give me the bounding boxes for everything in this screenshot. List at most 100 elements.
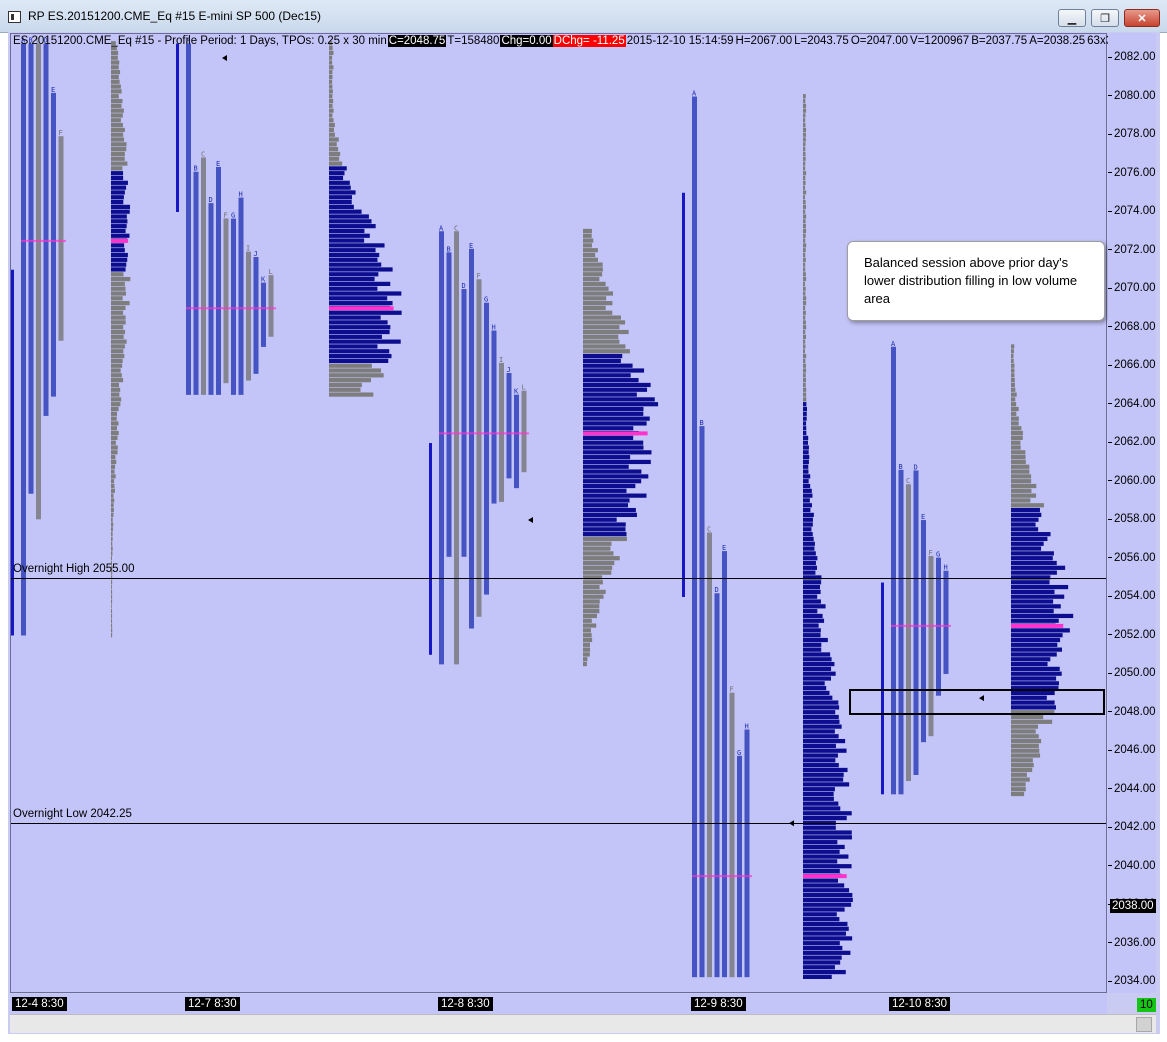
volume-bar (583, 267, 603, 272)
volume-bar (111, 551, 113, 556)
tpo-letter-h: H (239, 191, 243, 199)
volume-bar (111, 74, 119, 80)
volume-bar (111, 228, 126, 234)
volume-bar (803, 671, 836, 676)
volume-bar (583, 512, 637, 517)
tpo-column-e (469, 248, 474, 629)
scroll-right-button[interactable] (1136, 1017, 1152, 1032)
tick-count: T=158480 (447, 35, 500, 47)
volume-bar (329, 349, 390, 354)
volume-bar (111, 402, 121, 407)
volume-bar (803, 228, 807, 234)
high-value: H=2067.00 (735, 35, 793, 47)
range-bar-12-9 (682, 192, 685, 597)
volume-bar (329, 113, 333, 118)
tpo-column-h (744, 729, 750, 978)
annotation-callout[interactable]: Balanced session above prior day's lower… (847, 241, 1105, 321)
tpo-column-a (439, 231, 444, 665)
volume-bar (329, 378, 371, 383)
volume-bar (329, 171, 345, 176)
volume-bar (583, 416, 650, 421)
volume-bar (803, 387, 807, 392)
volume-bar (583, 373, 631, 378)
volume-bar (111, 633, 113, 638)
volume-bar (803, 748, 847, 753)
poc-line-12-8 (583, 431, 648, 436)
volume-bar (111, 122, 123, 128)
volume-bar (803, 758, 836, 763)
volume-bar (329, 132, 335, 137)
volume-bar (803, 455, 810, 460)
tpo-letter-l: L (522, 384, 526, 392)
window-titlebar: RP ES.20151200.CME_Eq #15 E-mini SP 500 … (0, 0, 1167, 33)
tpo-column-d (461, 289, 467, 557)
volume-bar (111, 368, 121, 373)
volume-bar (803, 243, 807, 248)
volume-bar (1011, 440, 1021, 445)
volume-bar (111, 536, 113, 542)
maximize-button[interactable]: ❐ (1091, 9, 1119, 27)
volume-bar (803, 849, 840, 854)
open-value: O=2047.00 (850, 35, 909, 47)
volume-bar (583, 503, 628, 508)
tpo-poc-line-12-4 (21, 239, 66, 242)
volume-bar (111, 604, 112, 609)
volume-bar (111, 493, 114, 498)
volume-bar (583, 556, 620, 561)
volume-bar (583, 291, 613, 296)
volume-bar (1011, 589, 1055, 594)
volume-bar (803, 969, 846, 975)
volume-bar (803, 714, 839, 720)
volume-bar (1011, 657, 1051, 662)
volume-bar (111, 541, 113, 546)
tpo-letter-d: D (462, 282, 466, 290)
highlight-rectangle[interactable] (849, 689, 1105, 715)
volume-bar (803, 965, 835, 970)
price-tick-label: 2076.00 (1108, 166, 1156, 180)
minimize-button[interactable]: ▁ (1058, 9, 1086, 27)
volume-bar (329, 272, 379, 277)
volume-bar (1011, 474, 1032, 479)
volume-bar (111, 108, 124, 113)
volume-bar (1011, 382, 1015, 388)
volume-bar (803, 584, 820, 590)
volume-bar (329, 84, 333, 89)
volume-bar (329, 55, 333, 60)
volume-bar (803, 844, 845, 850)
volume-bar (803, 724, 842, 729)
ask-value: A=2038.25 (1029, 35, 1086, 47)
volume-bar (583, 474, 649, 479)
tpo-column-f (58, 136, 64, 341)
market-profile-plot[interactable]: ABCDEFABCDEFGHIJKLABCDEFGHIJKLABCDEFGHAB… (10, 33, 1107, 993)
volume-bar (1011, 637, 1061, 643)
volume-bar (803, 556, 818, 561)
volume-bar (111, 151, 125, 157)
volume-bar (1011, 758, 1033, 763)
volume-bar (111, 387, 121, 392)
close-button[interactable]: ✕ (1124, 9, 1160, 27)
horizontal-scrollbar[interactable] (10, 1014, 1156, 1033)
volume-bar (583, 642, 590, 647)
volume-bar (583, 363, 633, 368)
volume-bar (1011, 387, 1016, 392)
volume-bar (803, 204, 806, 209)
volume-bar (803, 686, 827, 691)
volume-bar (803, 806, 841, 811)
volume-bar (1011, 724, 1039, 729)
volume-bar (803, 536, 814, 542)
volume-bar (111, 517, 113, 522)
volume-bar (329, 127, 334, 132)
volume-bar (1011, 772, 1027, 777)
volume-bar (1011, 498, 1031, 503)
volume-bar (803, 729, 835, 734)
time-axis[interactable]: 12-4 8:30 12-7 8:30 12-8 8:30 12-9 8:30 12-1… (10, 994, 1107, 1014)
volume-bar (1011, 416, 1019, 421)
volume-bar (111, 406, 119, 412)
volume-bar (111, 118, 121, 123)
volume-bar (803, 599, 821, 604)
date-label: 12-7 8:30 (185, 997, 240, 1011)
volume-bar (583, 435, 634, 440)
date-label: 12-4 8:30 (12, 997, 67, 1011)
price-axis[interactable]: 2082.00 2080.00 2078.00 2076.00 2074.00 2072.… (1108, 33, 1156, 993)
volume-bar (803, 325, 807, 330)
